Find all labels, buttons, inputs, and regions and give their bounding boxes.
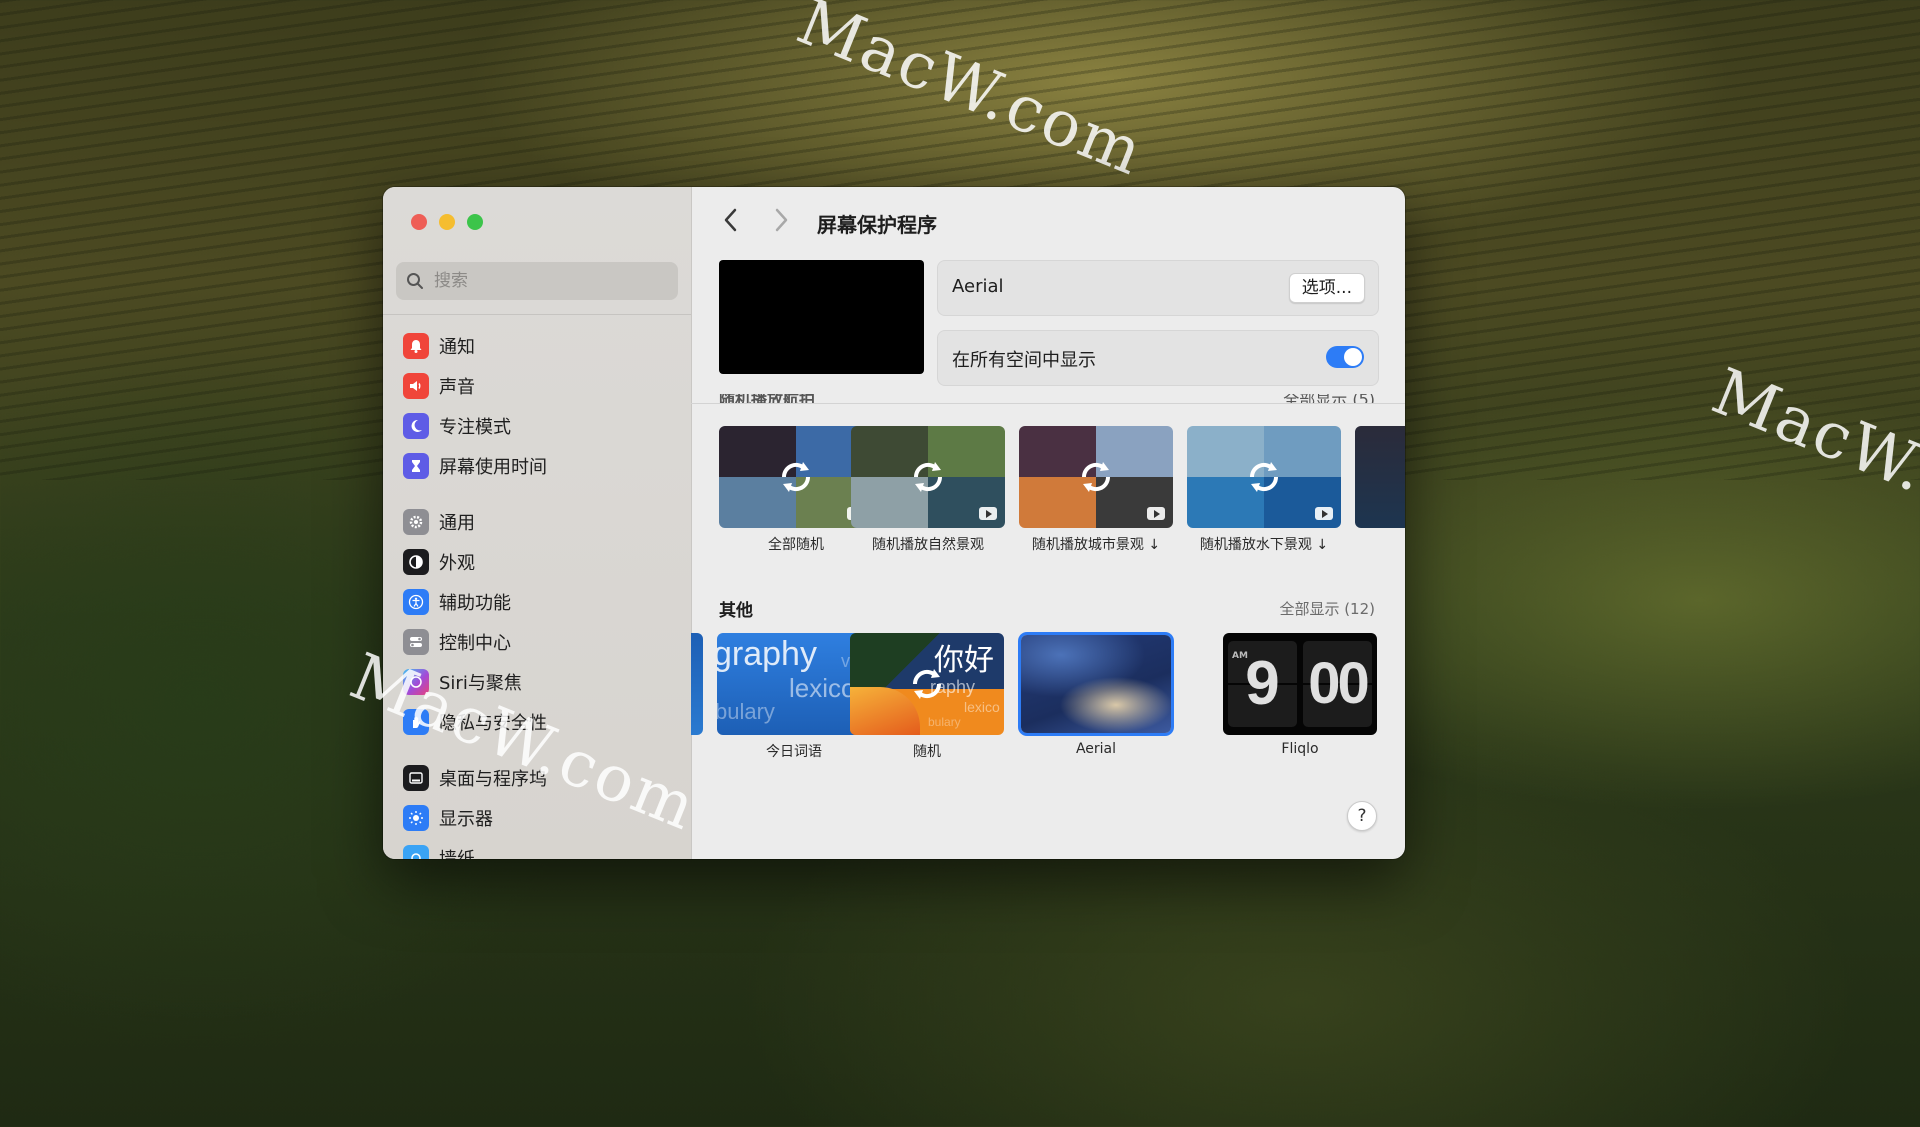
speaker-icon [403, 373, 429, 399]
sidebar-item-label: 控制中心 [439, 633, 511, 654]
word-of-the-day-thumbnail[interactable]: graphy voc lexico bulary [717, 633, 871, 735]
thumbnail-label: 随机播放自然景观 [872, 537, 984, 553]
sidebar-item-label: 专注模式 [439, 417, 511, 438]
thumbnail-label: Fliqlo [1281, 741, 1319, 757]
forward-button[interactable] [773, 207, 789, 240]
divider [691, 403, 1405, 404]
shuffle-icon [781, 462, 811, 492]
sidebar-item-sound[interactable]: 声音 [403, 369, 475, 403]
sidebar-item-label: 外观 [439, 553, 475, 574]
screensaver-name-row: Aerial 选项... [937, 260, 1379, 316]
shuffle-all-thumbnail[interactable] [719, 426, 873, 528]
shuffle-nature-thumbnail[interactable] [851, 426, 1005, 528]
screensaver-name: Aerial [952, 276, 1004, 297]
zoom-button[interactable] [467, 214, 483, 230]
back-button[interactable] [723, 207, 739, 240]
wallpaper-icon [403, 845, 429, 859]
shuffle-icon [1081, 462, 1111, 492]
shuffle-icon [913, 462, 943, 492]
thumbnail-text: bulary [717, 699, 775, 724]
sidebar-item-label: 显示器 [439, 809, 493, 830]
thumbnail-partial[interactable] [691, 633, 703, 735]
help-button[interactable]: ? [1347, 801, 1377, 831]
shuffle-show-all[interactable]: 全部显示 (5) [1283, 394, 1375, 403]
shuffle-icon [1249, 462, 1279, 492]
video-badge-icon [979, 507, 997, 520]
aerial-thumbnail[interactable] [1021, 635, 1171, 733]
bell-icon [403, 333, 429, 359]
page-title: 屏幕保护程序 [817, 213, 937, 237]
show-all-spaces-toggle[interactable] [1326, 346, 1364, 368]
sidebar-item-displays[interactable]: 显示器 [403, 801, 493, 835]
thumbnail-label: 随机 [913, 744, 941, 760]
video-badge-icon [1147, 507, 1165, 520]
sidebar-item-label: 通用 [439, 513, 475, 534]
video-badge-icon [1315, 507, 1333, 520]
options-button[interactable]: 选项... [1288, 273, 1365, 303]
dock-icon [403, 765, 429, 791]
sidebar-item-label: 墙纸 [439, 845, 475, 859]
shuffle-icon [912, 669, 942, 699]
sidebar-item-label: 屏幕使用时间 [439, 457, 547, 478]
shuffle-underwater-thumbnail[interactable] [1187, 426, 1341, 528]
sidebar-item-appearance[interactable]: 外观 [403, 545, 475, 579]
search-input[interactable] [432, 270, 666, 292]
sun-icon [403, 805, 429, 831]
gear-icon [403, 509, 429, 535]
fliqlo-thumbnail[interactable]: AM 9 00 [1223, 633, 1377, 735]
search-icon [407, 273, 423, 289]
minimize-button[interactable] [439, 214, 455, 230]
thumbnail-partial[interactable] [1355, 426, 1405, 528]
screensaver-preview [719, 260, 924, 374]
thumbnail-label: 随机播放水下景观 ↓ [1199, 537, 1329, 553]
sidebar-item-wallpaper[interactable]: 墙纸 [403, 841, 475, 859]
clock-minutes: 00 [1308, 651, 1370, 716]
search-field[interactable] [396, 262, 678, 300]
sidebar-item-label: 声音 [439, 377, 475, 398]
clock-hour: 9 [1245, 649, 1280, 718]
toggle-knob [1344, 348, 1362, 366]
shuffle-section-title: 随机播放航拍 [719, 394, 815, 403]
hourglass-icon [403, 453, 429, 479]
show-all-spaces-label: 在所有空间中显示 [952, 350, 1096, 371]
accessibility-icon [403, 589, 429, 615]
sidebar-item-general[interactable]: 通用 [403, 505, 475, 539]
sidebar-item-label: 辅助功能 [439, 593, 511, 614]
thumbnail-text: graphy [717, 635, 817, 673]
close-button[interactable] [411, 214, 427, 230]
shuffle-cityscape-thumbnail[interactable] [1019, 426, 1173, 528]
chevron-left-icon [724, 208, 737, 232]
sidebar-item-accessibility[interactable]: 辅助功能 [403, 585, 511, 619]
thumbnail-text: lexico [964, 699, 1000, 715]
other-section-title: 其他 [719, 601, 753, 621]
main-content: 屏幕保护程序 Aerial 选项... 在所有空间中显示 随机播放航拍 全部显示… [691, 187, 1405, 859]
sidebar-item-notifications[interactable]: 通知 [403, 329, 475, 363]
thumbnail-text: lexico [789, 673, 856, 703]
show-all-spaces-row: 在所有空间中显示 [937, 330, 1379, 386]
thumbnail-label: Aerial [1075, 741, 1117, 757]
shuffle-section-header: 随机播放航拍 全部显示 (5) [691, 394, 1405, 403]
thumbnail-text: bulary [928, 715, 961, 729]
control-center-icon [403, 629, 429, 655]
moon-icon [403, 413, 429, 439]
divider [383, 314, 691, 315]
sidebar-item-control-center[interactable]: 控制中心 [403, 625, 511, 659]
appearance-icon [403, 549, 429, 575]
sidebar-item-focus[interactable]: 专注模式 [403, 409, 511, 443]
random-thumbnail[interactable]: 你好 raphy lexico bulary [850, 633, 1004, 735]
thumbnail-label: 随机播放城市景观 ↓ [1031, 537, 1161, 553]
other-show-all-link[interactable]: 全部显示 (12) [1279, 598, 1375, 619]
chevron-right-icon [775, 208, 788, 232]
sidebar-item-screen-time[interactable]: 屏幕使用时间 [403, 449, 547, 483]
sidebar-item-label: 通知 [439, 337, 475, 358]
